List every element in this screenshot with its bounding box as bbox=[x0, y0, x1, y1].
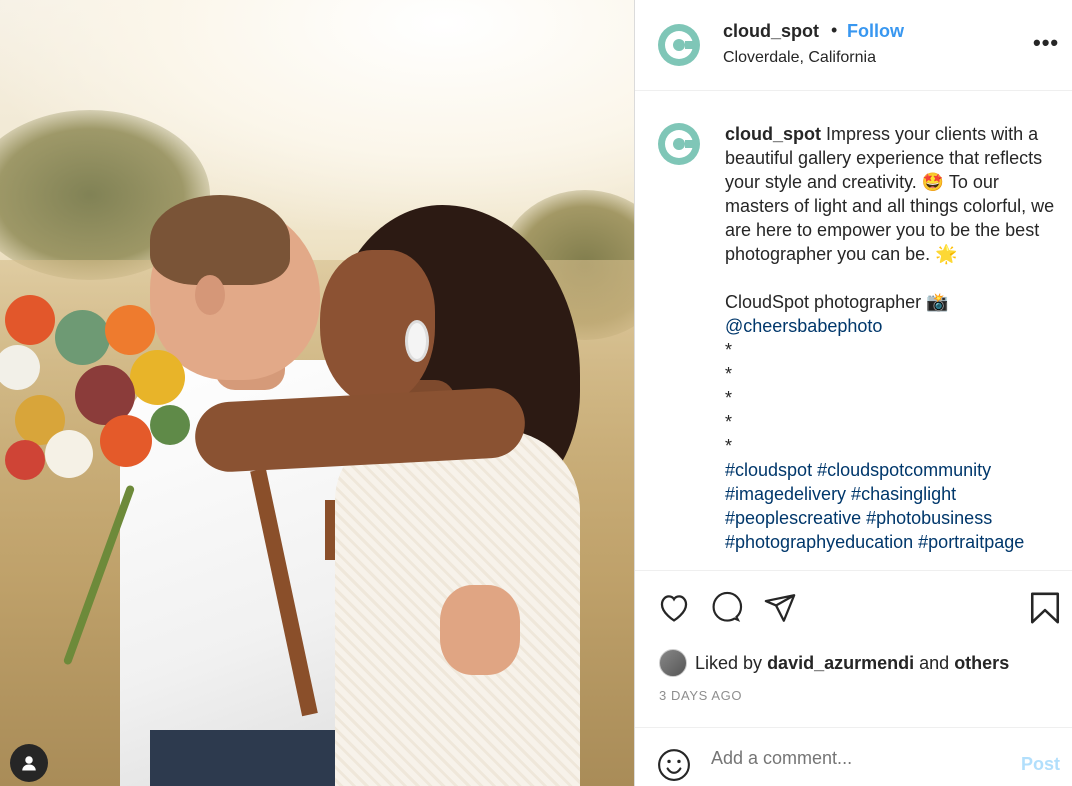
mention-link[interactable]: @cheersbabephoto bbox=[725, 314, 1065, 338]
liked-by: Liked by david_azurmendi and others bbox=[659, 649, 1009, 677]
profile-username[interactable]: cloud_spot bbox=[723, 21, 819, 42]
caption-star: * bbox=[725, 340, 733, 360]
hashtag-line[interactable]: #photographyeducation #portraitpage bbox=[725, 530, 1065, 554]
photo-bouquet bbox=[0, 265, 215, 515]
photo-groom-pants bbox=[150, 730, 360, 786]
caption-area[interactable]: cloud_spot Impress your clients with a b… bbox=[635, 92, 1072, 570]
bookmark-icon bbox=[1030, 592, 1060, 624]
emoji-button[interactable] bbox=[657, 748, 691, 786]
caption-avatar[interactable] bbox=[658, 123, 700, 165]
post-comment-button[interactable]: Post bbox=[1021, 754, 1060, 775]
heart-icon bbox=[660, 595, 688, 622]
comment-input[interactable] bbox=[711, 748, 1001, 769]
profile-avatar[interactable] bbox=[658, 24, 700, 66]
share-button[interactable] bbox=[763, 591, 797, 630]
caption-username[interactable]: cloud_spot bbox=[725, 124, 821, 144]
caption-star: * bbox=[725, 412, 733, 432]
caption-body: Impress your clients with a beautiful ga… bbox=[725, 124, 1055, 264]
comment-icon bbox=[712, 591, 743, 622]
hashtag-line[interactable]: #imagedelivery #chasinglight bbox=[725, 482, 1065, 506]
liked-by-prefix: Liked by bbox=[695, 652, 763, 673]
user-icon bbox=[22, 756, 36, 771]
liker-username[interactable]: david_azurmendi bbox=[767, 653, 914, 674]
post-photo[interactable] bbox=[0, 0, 634, 786]
more-options-icon[interactable]: ••• bbox=[1033, 30, 1059, 56]
tagged-user-button[interactable] bbox=[10, 744, 48, 782]
post-timestamp[interactable]: 3 DAYS AGO bbox=[659, 688, 742, 703]
comment-button[interactable] bbox=[711, 591, 745, 630]
separator-dot: • bbox=[831, 20, 838, 40]
hashtag-line[interactable]: #peoplescreative #photobusiness bbox=[725, 506, 1065, 530]
save-button[interactable] bbox=[1029, 591, 1061, 630]
liked-by-middle: and bbox=[919, 652, 950, 673]
like-button[interactable] bbox=[657, 591, 691, 628]
caption-star: * bbox=[725, 388, 733, 408]
liked-by-others-link[interactable]: others bbox=[954, 653, 1009, 674]
post-actions: Liked by david_azurmendi and others 3 DA… bbox=[635, 570, 1072, 727]
share-icon bbox=[764, 594, 796, 622]
photo-earring bbox=[405, 320, 429, 362]
photo-groom-hand bbox=[440, 585, 520, 675]
follow-button[interactable]: Follow bbox=[847, 21, 904, 42]
emoji-icon bbox=[658, 749, 690, 781]
post-header: cloud_spot • Follow Cloverdale, Californ… bbox=[635, 0, 1072, 91]
post-sidebar: cloud_spot • Follow Cloverdale, Californ… bbox=[634, 0, 1072, 786]
comment-bar: Post bbox=[635, 727, 1072, 786]
caption-credit: CloudSpot photographer 📸 bbox=[725, 292, 949, 312]
post-location[interactable]: Cloverdale, California bbox=[723, 49, 876, 67]
caption-text: cloud_spot Impress your clients with a b… bbox=[725, 122, 1065, 554]
caption-star: * bbox=[725, 436, 733, 456]
hashtag-line[interactable]: #cloudspot #cloudspotcommunity bbox=[725, 458, 1065, 482]
liker-avatar[interactable] bbox=[659, 649, 687, 677]
caption-star: * bbox=[725, 364, 733, 384]
